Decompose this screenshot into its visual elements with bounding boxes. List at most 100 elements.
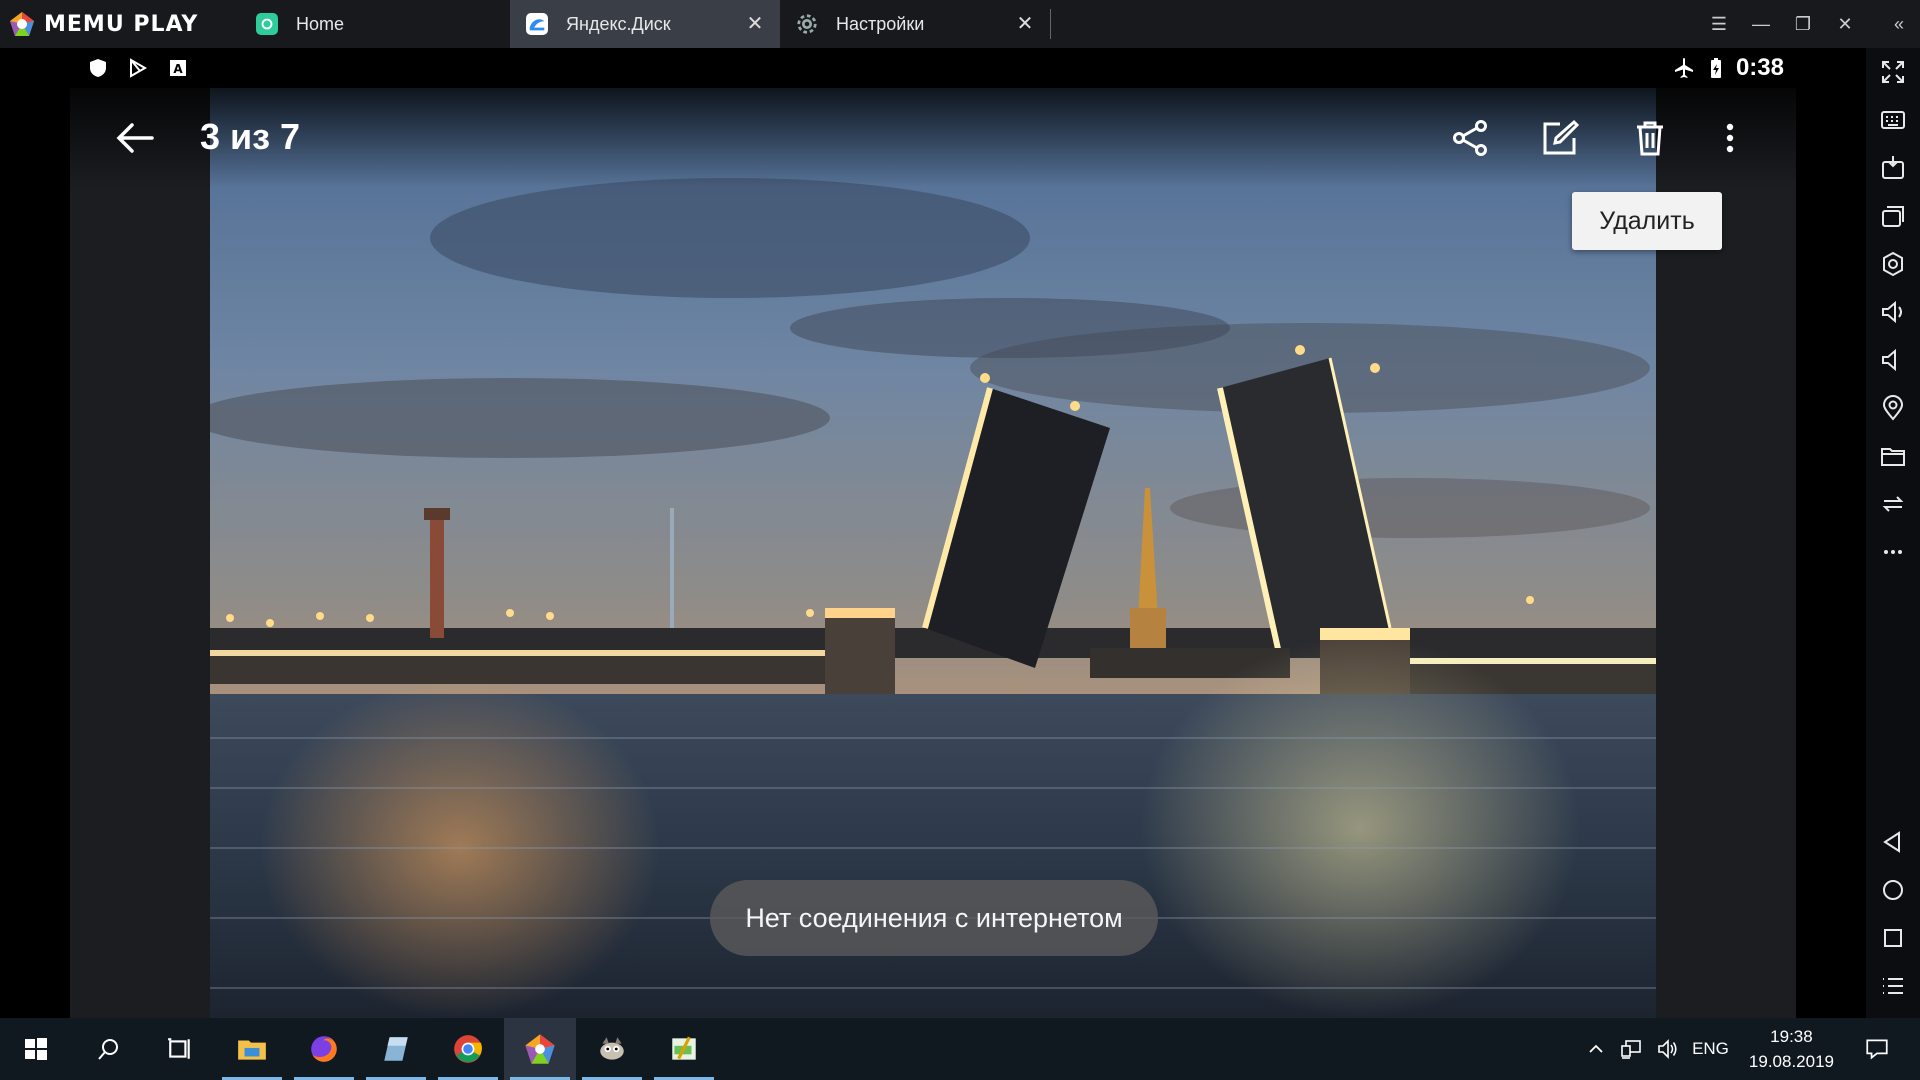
settings-button[interactable]: [1866, 240, 1920, 288]
volume-up-icon: [1882, 300, 1902, 324]
emulator-sidebar: [1866, 48, 1920, 1018]
windows-icon: [1882, 206, 1904, 227]
menu-nav-button[interactable]: [1866, 962, 1920, 1010]
more-options-button[interactable]: [1706, 114, 1754, 162]
volume-up-button[interactable]: [1866, 288, 1920, 336]
firefox-icon: [311, 1036, 337, 1062]
android-screen: A 0:38 3 из 7 Удалить Нет соединения с и…: [0, 48, 1866, 1018]
shield-icon: [90, 59, 106, 77]
editor-icon: [672, 1036, 696, 1060]
rotate-icon: [1882, 496, 1904, 512]
taskbar-chrome[interactable]: [432, 1018, 504, 1080]
tab-settings[interactable]: Настройки ✕: [780, 0, 1050, 48]
recents-nav-button[interactable]: [1866, 914, 1920, 962]
volume-down-button[interactable]: [1866, 336, 1920, 384]
home-nav-button[interactable]: [1866, 866, 1920, 914]
photo[interactable]: [210, 88, 1656, 1018]
delete-button[interactable]: [1626, 114, 1674, 162]
share-icon: [1453, 120, 1487, 156]
nav-home-icon: [1883, 880, 1903, 900]
minimize-icon[interactable]: —: [1740, 0, 1782, 48]
apk-icon: [1882, 156, 1904, 179]
yandex-disk-icon: [526, 13, 548, 35]
more-button[interactable]: [1866, 528, 1920, 576]
tab-settings-label: Настройки: [836, 13, 925, 34]
windows-taskbar: ENG 19:38 19.08.2019: [0, 1018, 1920, 1080]
taskbar-file-explorer[interactable]: [216, 1018, 288, 1080]
input-language[interactable]: ENG: [1692, 1039, 1729, 1059]
nav-back-icon: [1883, 831, 1900, 853]
window-close-icon[interactable]: ✕: [1824, 0, 1866, 48]
home-app-icon: [256, 13, 278, 35]
memu-logo: MEMU PLAY: [0, 0, 240, 48]
more-horiz-icon: [1884, 550, 1902, 554]
notes-icon: [384, 1037, 408, 1061]
notifications-icon[interactable]: [1864, 1036, 1890, 1062]
edit-button[interactable]: [1536, 114, 1584, 162]
play-store-icon: [130, 58, 148, 78]
list-icon: [1883, 978, 1903, 994]
tab-yandex-disk[interactable]: Яндекс.Диск ✕: [510, 0, 780, 48]
folder-icon: [1881, 448, 1905, 466]
location-pin-icon: [1882, 395, 1904, 421]
windows-logo-icon: [25, 1038, 47, 1060]
speaker-icon[interactable]: [1656, 1037, 1680, 1061]
multi-window-button[interactable]: [1866, 192, 1920, 240]
more-vert-icon: [1726, 123, 1734, 153]
back-button[interactable]: [110, 114, 160, 162]
tab-divider: [1050, 9, 1051, 39]
settings-gear-icon: [1883, 251, 1903, 277]
volume-down-icon: [1882, 348, 1896, 372]
task-view-button[interactable]: [144, 1018, 216, 1080]
image-viewer: 3 из 7 Удалить Нет соединения с интернет…: [70, 88, 1796, 1018]
arrow-back-icon: [116, 123, 154, 153]
file-explorer-icon: [238, 1040, 266, 1060]
search-icon: [98, 1039, 118, 1060]
tab-home-label: Home: [296, 13, 345, 34]
rotate-button[interactable]: [1866, 480, 1920, 528]
close-icon[interactable]: ✕: [744, 13, 766, 35]
memu-gem-icon: [10, 12, 34, 36]
keyboard-icon: [1881, 111, 1905, 129]
close-icon[interactable]: ✕: [1014, 13, 1036, 35]
system-clock[interactable]: 19:38 19.08.2019: [1749, 1024, 1834, 1074]
window-controls: ☰ — ❐ ✕ «: [1698, 0, 1920, 48]
android-clock: 0:38: [1735, 54, 1784, 81]
android-statusbar: A 0:38: [0, 48, 1866, 88]
brand-name: MEMU PLAY: [44, 11, 199, 37]
start-button[interactable]: [0, 1018, 72, 1080]
svg-text:A: A: [173, 62, 183, 76]
task-view-icon: [168, 1038, 190, 1059]
taskbar-firefox[interactable]: [288, 1018, 360, 1080]
taskbar-notes-app[interactable]: [360, 1018, 432, 1080]
back-nav-button[interactable]: [1866, 818, 1920, 866]
battery-charging-icon: [1710, 58, 1721, 78]
shared-folder-button[interactable]: [1866, 432, 1920, 480]
restore-icon[interactable]: ❐: [1782, 0, 1824, 48]
install-apk-button[interactable]: [1866, 144, 1920, 192]
emulator-titlebar: MEMU PLAY Home Яндекс.Диск ✕ Настройки ✕…: [0, 0, 1920, 48]
edit-icon: [1543, 119, 1580, 155]
tab-yandex-disk-label: Яндекс.Диск: [566, 13, 671, 34]
share-button[interactable]: [1446, 114, 1494, 162]
collapse-sidebar-icon[interactable]: «: [1878, 0, 1920, 48]
taskbar-memu[interactable]: [504, 1018, 576, 1080]
fullscreen-button[interactable]: [1866, 48, 1920, 96]
keyboard-a-icon: A: [170, 60, 186, 76]
taskbar-editor-app[interactable]: [648, 1018, 720, 1080]
location-button[interactable]: [1866, 384, 1920, 432]
taskbar-gimp[interactable]: [576, 1018, 648, 1080]
airplane-mode-icon: [1674, 58, 1693, 78]
gimp-icon: [600, 1037, 624, 1060]
keymap-button[interactable]: [1866, 96, 1920, 144]
system-tray: ENG 19:38 19.08.2019: [1586, 1018, 1920, 1080]
memu-taskbar-icon: [525, 1034, 555, 1064]
chevron-up-icon[interactable]: [1586, 1039, 1606, 1059]
tab-home[interactable]: Home: [240, 0, 510, 48]
search-button[interactable]: [72, 1018, 144, 1080]
viewer-toolbar: 3 из 7: [70, 88, 1796, 188]
network-icon[interactable]: [1620, 1037, 1644, 1061]
android-nav-keys: [1866, 818, 1920, 1010]
menu-icon[interactable]: ☰: [1698, 0, 1740, 48]
